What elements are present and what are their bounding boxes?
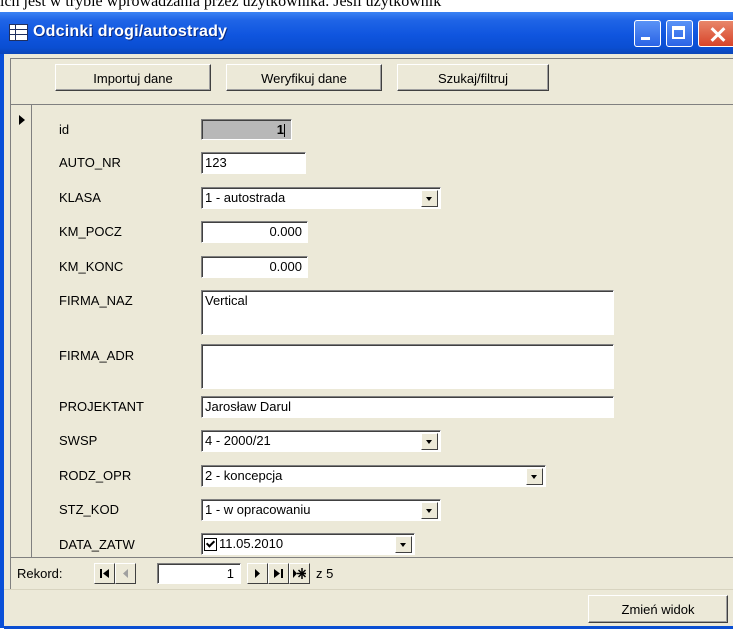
firma-adr-label: FIRMA_ADR	[59, 348, 135, 363]
record-selector-icon	[19, 115, 25, 125]
navigation-divider	[11, 557, 733, 558]
swsp-combobox[interactable]: 4 - 2000/21	[201, 430, 441, 452]
data-zatw-label: DATA_ZATW	[59, 537, 135, 552]
maximize-icon[interactable]	[666, 20, 693, 47]
section-divider	[11, 104, 733, 105]
dropdown-arrow-icon[interactable]	[421, 502, 438, 519]
projektant-field[interactable]: Jarosław Darul	[201, 396, 614, 418]
swsp-value: 4 - 2000/21	[205, 433, 271, 448]
stz-kod-label: STZ_KOD	[59, 502, 119, 517]
form-icon	[9, 24, 28, 41]
km-pocz-field[interactable]: 0.000	[201, 221, 308, 243]
projektant-label: PROJEKTANT	[59, 399, 144, 414]
km-konc-label: KM_KONC	[59, 259, 124, 274]
checkbox-icon[interactable]	[204, 538, 217, 552]
auto-nr-label: AUTO_NR	[59, 155, 121, 170]
auto-nr-field[interactable]: 123	[201, 152, 306, 174]
dropdown-arrow-icon[interactable]	[395, 536, 412, 553]
change-view-button[interactable]: Zmień widok	[588, 595, 728, 623]
status-area: Zmień widok	[4, 589, 733, 629]
rodz-opr-combobox[interactable]: 2 - koncepcja	[201, 465, 546, 487]
window-title: Odcinki drogi/autostrady	[33, 23, 228, 40]
form-area: Importuj dane Weryfikuj dane Szukaj/filt…	[10, 58, 733, 590]
close-icon[interactable]	[698, 20, 733, 47]
record-selector[interactable]	[11, 105, 32, 557]
klasa-combobox[interactable]: 1 - autostrada	[201, 187, 441, 209]
background-document-strip: ich jest w trybie wprowadzania przez uży…	[0, 0, 733, 12]
data-zatw-value: 11.05.2010	[219, 536, 284, 551]
next-record-icon[interactable]	[247, 563, 268, 584]
window-client: Importuj dane Weryfikuj dane Szukaj/filt…	[4, 54, 733, 629]
km-konc-field[interactable]: 0.000	[201, 256, 308, 278]
swsp-label: SWSP	[59, 433, 98, 448]
rodz-opr-label: RODZ_OPR	[59, 468, 132, 483]
background-text: ich jest w trybie wprowadzania przez uży…	[0, 0, 442, 10]
dropdown-arrow-icon[interactable]	[421, 190, 438, 207]
rodz-opr-value: 2 - koncepcja	[205, 468, 283, 483]
id-field[interactable]: 1	[201, 119, 292, 140]
title-bar[interactable]: Odcinki drogi/autostrady	[0, 12, 733, 54]
minimize-icon[interactable]	[634, 20, 661, 47]
form-window: Odcinki drogi/autostrady Importuj dane W…	[0, 12, 733, 629]
dropdown-arrow-icon[interactable]	[421, 433, 438, 450]
firma-naz-field[interactable]: Vertical	[201, 290, 614, 335]
stz-kod-combobox[interactable]: 1 - w opracowaniu	[201, 499, 441, 521]
record-total: z 5	[316, 566, 334, 581]
first-record-icon[interactable]	[94, 563, 115, 584]
klasa-value: 1 - autostrada	[205, 190, 286, 205]
data-zatw-datepicker[interactable]: 11.05.2010	[201, 533, 415, 555]
stz-kod-value: 1 - w opracowaniu	[205, 502, 311, 517]
firma-naz-label: FIRMA_NAZ	[59, 293, 133, 308]
firma-adr-field[interactable]	[201, 344, 614, 389]
dropdown-arrow-icon[interactable]	[526, 468, 543, 485]
new-record-icon[interactable]	[289, 563, 310, 584]
search-filter-button[interactable]: Szukaj/filtruj	[397, 64, 549, 91]
km-pocz-label: KM_POCZ	[59, 224, 122, 239]
import-data-button[interactable]: Importuj dane	[55, 64, 211, 91]
klasa-label: KLASA	[59, 190, 101, 205]
current-record-field[interactable]: 1	[157, 563, 241, 584]
record-label: Rekord:	[17, 566, 63, 581]
last-record-icon[interactable]	[268, 563, 289, 584]
id-label: id	[59, 122, 70, 137]
prev-record-icon[interactable]	[115, 563, 136, 584]
id-value: 1	[276, 122, 284, 137]
verify-data-button[interactable]: Weryfikuj dane	[226, 64, 382, 91]
